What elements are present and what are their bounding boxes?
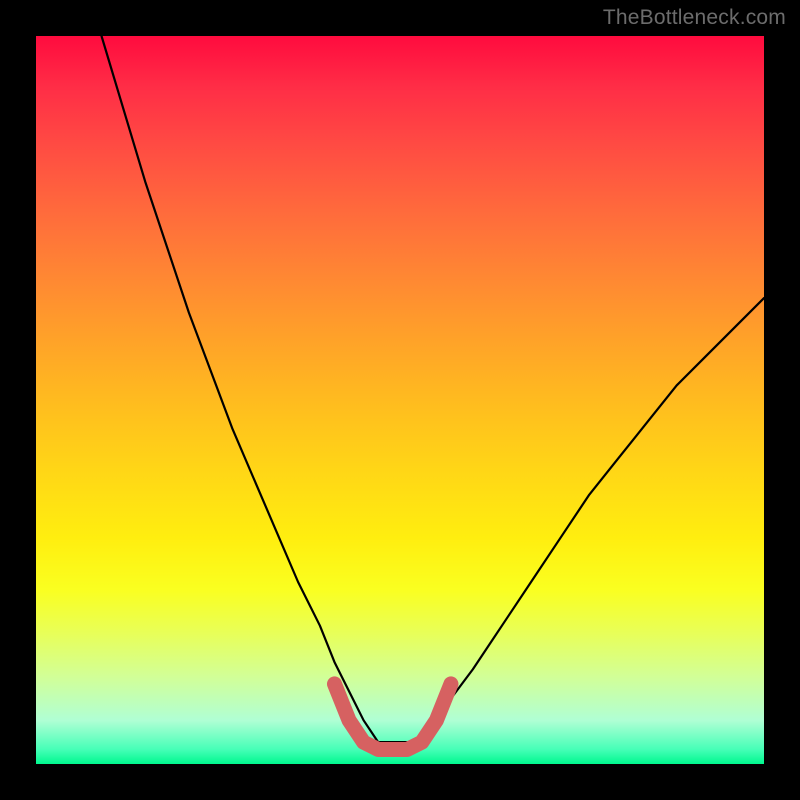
red-highlight <box>334 684 450 750</box>
chart-frame: TheBottleneck.com <box>0 0 800 800</box>
black-curve <box>102 36 764 742</box>
plot-area <box>36 36 764 764</box>
curve-svg <box>36 36 764 764</box>
watermark-text: TheBottleneck.com <box>603 6 786 30</box>
